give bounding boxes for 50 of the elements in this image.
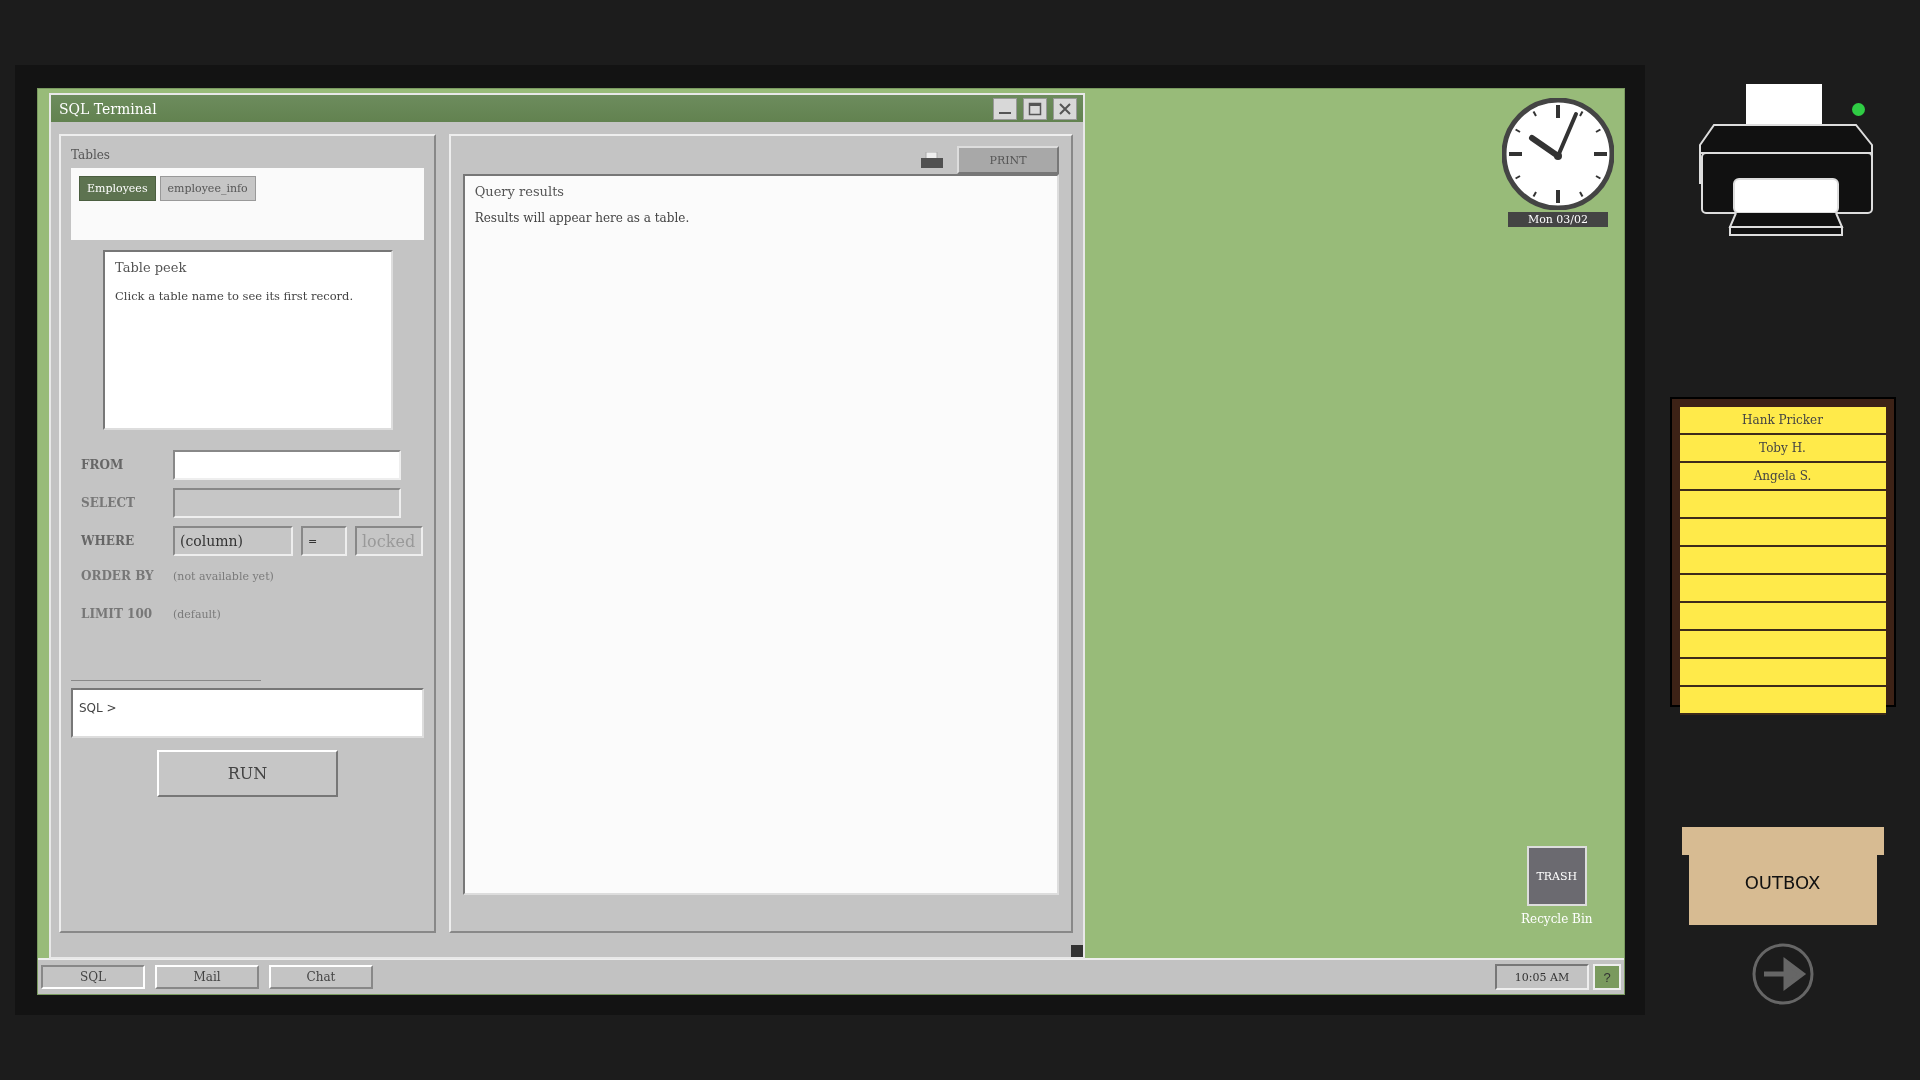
clause-label: LIMIT 100 <box>81 607 154 621</box>
suspect-note[interactable] <box>1679 603 1886 631</box>
resize-grip[interactable] <box>1071 945 1083 957</box>
suspect-note[interactable] <box>1679 687 1886 715</box>
column-dropdown[interactable]: (column) <box>173 526 293 556</box>
clause-field[interactable] <box>173 450 401 480</box>
clause-label: ORDER BY <box>81 569 155 583</box>
maximize-button[interactable] <box>1023 97 1047 120</box>
results-title: Query results <box>474 184 565 199</box>
close-button[interactable] <box>1053 97 1077 120</box>
table-button[interactable]: employee_info <box>159 176 256 201</box>
suspect-note[interactable] <box>1679 659 1886 687</box>
taskbar-tab[interactable]: Chat <box>269 965 373 989</box>
suspect-note[interactable]: Toby H. <box>1679 435 1886 463</box>
recycle-bin-label: Recycle Bin <box>1521 912 1593 926</box>
table-button[interactable]: Employees <box>79 176 156 201</box>
taskbar-tab[interactable]: Mail <box>155 965 259 989</box>
suspect-note[interactable] <box>1679 547 1886 575</box>
clause-label: WHERE <box>81 534 136 548</box>
clause-note: (default) <box>173 607 221 621</box>
maximize-icon <box>1028 101 1042 116</box>
trash-icon[interactable]: TRASH <box>1526 846 1587 906</box>
clause-label: SELECT <box>81 496 136 510</box>
close-icon <box>1058 101 1072 116</box>
suspect-note[interactable] <box>1679 491 1886 519</box>
clause-label: FROM <box>81 458 125 472</box>
window-title: SQL Terminal <box>59 100 158 117</box>
suspect-note[interactable] <box>1679 519 1886 547</box>
taskbar-tab[interactable]: SQL <box>41 965 145 989</box>
tables-label: Tables <box>71 148 110 162</box>
suspect-note[interactable]: Hank Pricker <box>1679 407 1886 435</box>
minimize-button[interactable] <box>993 97 1017 120</box>
operator-dropdown[interactable]: = <box>301 526 347 556</box>
table-peek-title: Table peek <box>115 260 187 275</box>
run-button[interactable]: RUN <box>157 750 338 797</box>
sql-input-field[interactable]: SQL > <box>71 688 424 738</box>
help-button[interactable]: ? <box>1593 964 1621 990</box>
minimize-icon <box>999 111 1011 114</box>
printer-icon <box>921 152 943 168</box>
clock-icon <box>1502 98 1614 210</box>
results-text: Results will appear here as a table. <box>474 211 690 225</box>
clause-note: (not available yet) <box>173 569 274 583</box>
print-button[interactable]: PRINT <box>957 146 1059 174</box>
suspect-note[interactable] <box>1679 631 1886 659</box>
taskbar-clock: 10:05 AM <box>1495 964 1589 990</box>
suspect-note[interactable] <box>1679 575 1886 603</box>
date-label: Mon 03/02 <box>1507 212 1609 227</box>
table-peek-text: Click a table name to see its first record. <box>115 289 354 303</box>
suspect-note[interactable]: Angela S. <box>1679 463 1886 491</box>
outbox[interactable]: OUTBOX <box>1688 855 1877 925</box>
